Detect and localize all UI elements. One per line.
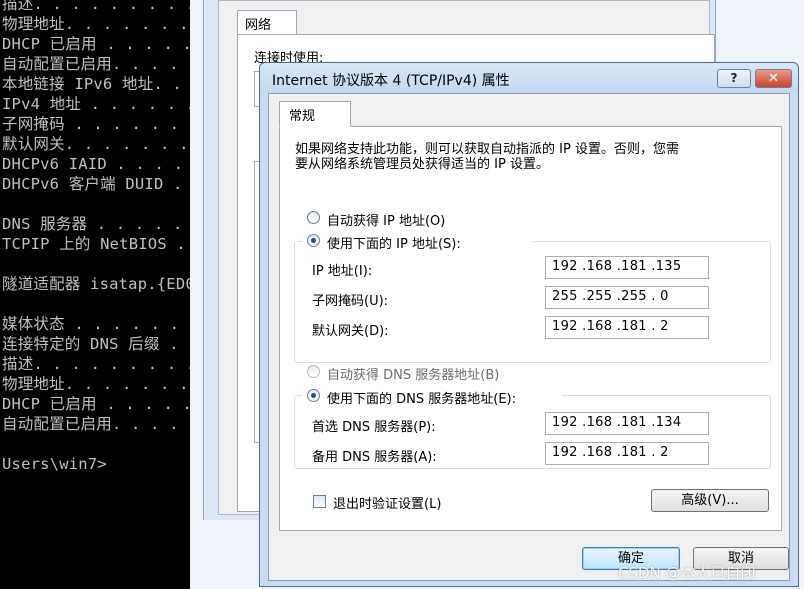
validate-checkbox[interactable] (313, 495, 326, 508)
alternate-dns-label: 备用 DNS 服务器(A): (312, 450, 437, 465)
console-line: 物理地址. . . . . . . . . . . . . (2, 375, 189, 393)
console-line: IPv4 地址 . . . . . . . . . . . . (2, 95, 190, 113)
dns-manual-radio[interactable] (307, 389, 320, 402)
validate-label[interactable]: 退出时验证设置(L) (333, 493, 441, 512)
watermark: CSDN @本人已自闭 (618, 564, 756, 582)
subnet-mask-label: 子网掩码(U): (312, 294, 389, 309)
title-bar[interactable]: Internet 协议版本 4 (TCP/IPv4) 属性 ? ✕ (260, 63, 798, 93)
console-line: 描述. . . . . . . . . . . . . . . (2, 355, 190, 373)
console-line: 自动配置已启用. . . . . . . . . . (2, 55, 190, 73)
ip-address-input[interactable]: 192 .168 .181 .135 (545, 256, 709, 279)
help-button[interactable]: ? (717, 69, 751, 88)
alternate-dns-input[interactable]: 192 .168 .181 . 2 (545, 442, 709, 465)
general-tab-panel: 如果网络支持此功能，则可以获取自动指派的 IP 设置。否则，您需 要从网络系统管… (279, 126, 782, 531)
default-gateway-label: 默认网关(D): (312, 324, 389, 339)
console-line: DNS 服务器 . . . . . . . . . . . (2, 215, 183, 233)
description-line-2: 要从网络系统管理员处获得适当的 IP 设置。 (295, 157, 549, 172)
ip-address-label: IP 地址(I): (312, 264, 373, 279)
console-line: 媒体状态 . . . . . . . . . . . . (2, 315, 190, 333)
console-line: TCPIP 上的 NetBIOS . . . . . . . (2, 235, 186, 253)
ip-auto-radio[interactable] (307, 211, 320, 224)
tab-general[interactable]: 常规 (279, 101, 351, 127)
dns-auto-radio[interactable] (307, 365, 320, 378)
dns-manual-label[interactable]: 使用下面的 DNS 服务器地址(E): (327, 388, 516, 407)
console-line: Users\win7> (2, 455, 107, 473)
close-button[interactable]: ✕ (755, 69, 792, 88)
console-line: 自动配置已启用. . . . . . . . . . (2, 415, 190, 433)
console-line: 物理地址. . . . . . . . . . . . . (2, 15, 189, 33)
console-line: DHCPv6 客户端 DUID . . . . . . . (2, 175, 183, 193)
preferred-dns-label: 首选 DNS 服务器(P): (312, 420, 436, 435)
ipv4-properties-dialog: Internet 协议版本 4 (TCP/IPv4) 属性 ? ✕ 常规 如果网… (259, 62, 799, 587)
ip-manual-radio[interactable] (307, 234, 320, 247)
advanced-button[interactable]: 高级(V)... (651, 489, 769, 512)
console-line: 隧道适配器 isatap.{ED0 (2, 275, 190, 293)
console-line: 本地链接 IPv6 地址. . . . . . . . (2, 75, 182, 93)
dialog-client-area: 常规 如果网络支持此功能，则可以获取自动指派的 IP 设置。否则，您需 要从网络… (268, 93, 790, 581)
command-prompt-window: 描述. . . . . . . . . . . . . . . 物理地址. . .… (0, 0, 190, 589)
console-line: 默认网关. . . . . . . . . . . . . (2, 135, 189, 153)
console-line: DHCP 已启用 . . . . . . . . . . . (2, 395, 190, 413)
console-line: DHCP 已启用 . . . . . . . . . . . (2, 35, 190, 53)
console-line: 子网掩码 . . . . . . . . . . . . (2, 115, 190, 133)
ip-manual-label[interactable]: 使用下面的 IP 地址(S): (327, 233, 461, 252)
subnet-mask-input[interactable]: 255 .255 .255 . 0 (545, 286, 709, 309)
dialog-title: Internet 协议版本 4 (TCP/IPv4) 属性 (272, 73, 510, 89)
console-line: 描述. . . . . . . . . . . . . . . (2, 0, 190, 13)
console-line: DHCPv6 IAID . . . . . . . . . . . (2, 155, 184, 173)
console-line: 连接特定的 DNS 后缀 . . . . . . . (2, 335, 190, 353)
preferred-dns-input[interactable]: 192 .168 .181 .134 (545, 412, 709, 435)
tab-network[interactable]: 网络 (237, 10, 297, 34)
default-gateway-input[interactable]: 192 .168 .181 . 2 (545, 316, 709, 339)
